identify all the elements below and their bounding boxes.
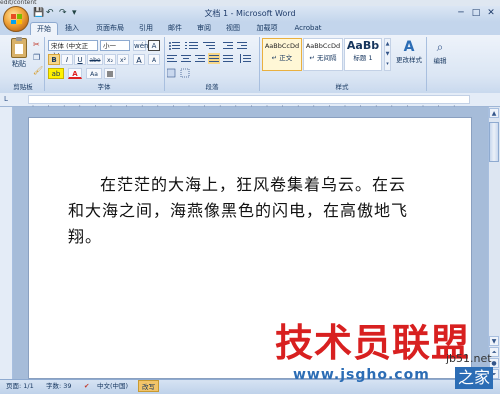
clipboard-group-label: 剪贴板 <box>13 83 33 91</box>
editing-label: 编辑 <box>433 57 447 65</box>
distributed-icon <box>223 55 233 62</box>
page-count[interactable]: 页面: 1/1 <box>6 380 34 392</box>
underline-button[interactable]: U <box>74 54 86 65</box>
style-preview: AaBbCcDd <box>305 42 341 50</box>
tab-insert[interactable]: 插入 <box>60 22 84 35</box>
phonetic-guide-button[interactable]: wén <box>133 40 148 51</box>
justify-icon <box>208 53 220 64</box>
decrease-indent-icon <box>223 42 233 49</box>
editing-button[interactable]: ⌕ 编辑 <box>430 38 450 80</box>
group-divider <box>164 37 165 91</box>
paragraph-icons <box>166 42 251 78</box>
group-divider <box>426 37 427 91</box>
close-button[interactable]: ✕ <box>484 8 498 19</box>
increase-indent-icon <box>237 42 247 49</box>
scroll-down-icon[interactable]: ▼ <box>489 336 499 346</box>
style-name: ↵ 无间隔 <box>309 54 337 62</box>
font-color-button[interactable]: A <box>68 68 82 79</box>
tab-review[interactable]: 审阅 <box>193 22 215 35</box>
shading-icon <box>166 68 176 78</box>
scroll-up-icon[interactable]: ▲ <box>489 108 499 118</box>
style-name: ↵ 正文 <box>271 54 293 62</box>
tab-page-layout[interactable]: 页面布局 <box>92 22 128 35</box>
highlight-button[interactable]: ab <box>48 68 64 79</box>
shrink-font-button[interactable]: A <box>148 54 160 65</box>
bold-button[interactable]: B <box>48 54 60 65</box>
change-styles-icon: A <box>403 39 415 55</box>
strikethrough-button[interactable]: abe <box>87 54 103 65</box>
style-name: 标题 1 <box>353 54 373 62</box>
shading-icon <box>107 71 113 77</box>
change-styles-label: 更改样式 <box>396 56 422 64</box>
paste-button[interactable]: 粘贴 <box>8 37 30 80</box>
minimize-button[interactable]: ─ <box>454 8 468 19</box>
borders-icon <box>180 68 190 78</box>
maximize-button[interactable]: □ <box>469 8 483 19</box>
align-left-icon <box>167 55 177 62</box>
styles-group-label: 样式 <box>335 83 349 91</box>
font-size-select[interactable]: 小一 <box>100 40 130 51</box>
clipboard-icon <box>11 37 27 58</box>
multilevel-icon <box>203 42 215 49</box>
line-spacing-icon <box>240 54 251 63</box>
tab-home[interactable]: 开始 <box>30 22 58 36</box>
superscript-button[interactable]: x² <box>117 54 129 65</box>
tab-addins[interactable]: 加载项 <box>252 22 282 35</box>
language-status[interactable]: 中文(中国) <box>97 380 128 392</box>
office-button[interactable] <box>3 6 29 32</box>
char-border-button[interactable]: A <box>148 40 160 51</box>
change-styles-button[interactable]: A 更改样式 <box>394 38 424 82</box>
align-right-icon <box>195 55 205 62</box>
binoculars-icon: ⌕ <box>436 40 444 54</box>
styles-scroll-icon[interactable]: ▲ ▼ ▾ <box>384 38 391 71</box>
scrollbar-thumb[interactable] <box>489 122 499 162</box>
font-name-select[interactable]: 宋体 (中文正文) <box>48 40 98 60</box>
bullets-icon <box>169 42 180 50</box>
tab-selector-icon[interactable]: L <box>4 95 8 103</box>
style-preview: AaBb <box>346 39 380 52</box>
paste-label: 粘贴 <box>12 60 26 68</box>
style-heading-1[interactable]: AaBb 标题 1 <box>344 38 382 71</box>
watermark-home: 之家 <box>455 367 494 389</box>
watermark-site: jb51.net <box>446 352 492 365</box>
subscript-button[interactable]: x₂ <box>104 54 116 65</box>
tab-references[interactable]: 引用 <box>135 22 157 35</box>
overtype-status[interactable]: 改写 <box>138 380 159 392</box>
tab-mailings[interactable]: 邮件 <box>164 22 186 35</box>
office-logo-icon <box>11 14 22 24</box>
italic-button[interactable]: I <box>61 54 73 65</box>
align-center-icon <box>181 55 191 62</box>
paragraph-controls <box>166 40 257 80</box>
tab-acrobat[interactable]: Acrobat <box>290 22 326 35</box>
paragraph-group-label: 段落 <box>205 83 219 91</box>
style-no-spacing[interactable]: AaBbCcDd ↵ 无间隔 <box>303 38 343 71</box>
font-group-label: 字体 <box>97 83 111 91</box>
style-normal[interactable]: AaBbCcDd ↵ 正文 <box>262 38 302 71</box>
grow-font-button[interactable]: A <box>133 54 145 65</box>
group-divider <box>44 37 45 91</box>
proofing-icon[interactable]: ✔ <box>84 380 89 392</box>
group-divider <box>259 37 260 91</box>
format-painter-icon[interactable]: 🖌 <box>33 66 43 75</box>
ruler-scale[interactable] <box>28 95 470 110</box>
document-paragraph[interactable]: 在茫茫的大海上，狂风卷集着乌云。在云和大海之间，海燕像黑色的闪电，在高傲地飞翔。 <box>68 172 413 250</box>
vertical-ruler <box>0 107 13 379</box>
change-case-button[interactable]: Aa <box>86 68 102 79</box>
style-preview: AaBbCcDd <box>264 42 300 50</box>
cut-icon[interactable]: ✂ <box>33 40 40 49</box>
copy-icon[interactable]: ❐ <box>33 53 40 62</box>
tab-view[interactable]: 视图 <box>222 22 244 35</box>
char-shading-button[interactable] <box>104 68 116 79</box>
word-count[interactable]: 字数: 39 <box>46 380 72 392</box>
watermark-logo: 技术员联盟 <box>275 321 471 365</box>
numbering-icon <box>185 42 198 49</box>
watermark-url: www.jsgho.com <box>293 367 430 383</box>
window-title: 文档 1 - Microsoft Word <box>204 9 296 18</box>
